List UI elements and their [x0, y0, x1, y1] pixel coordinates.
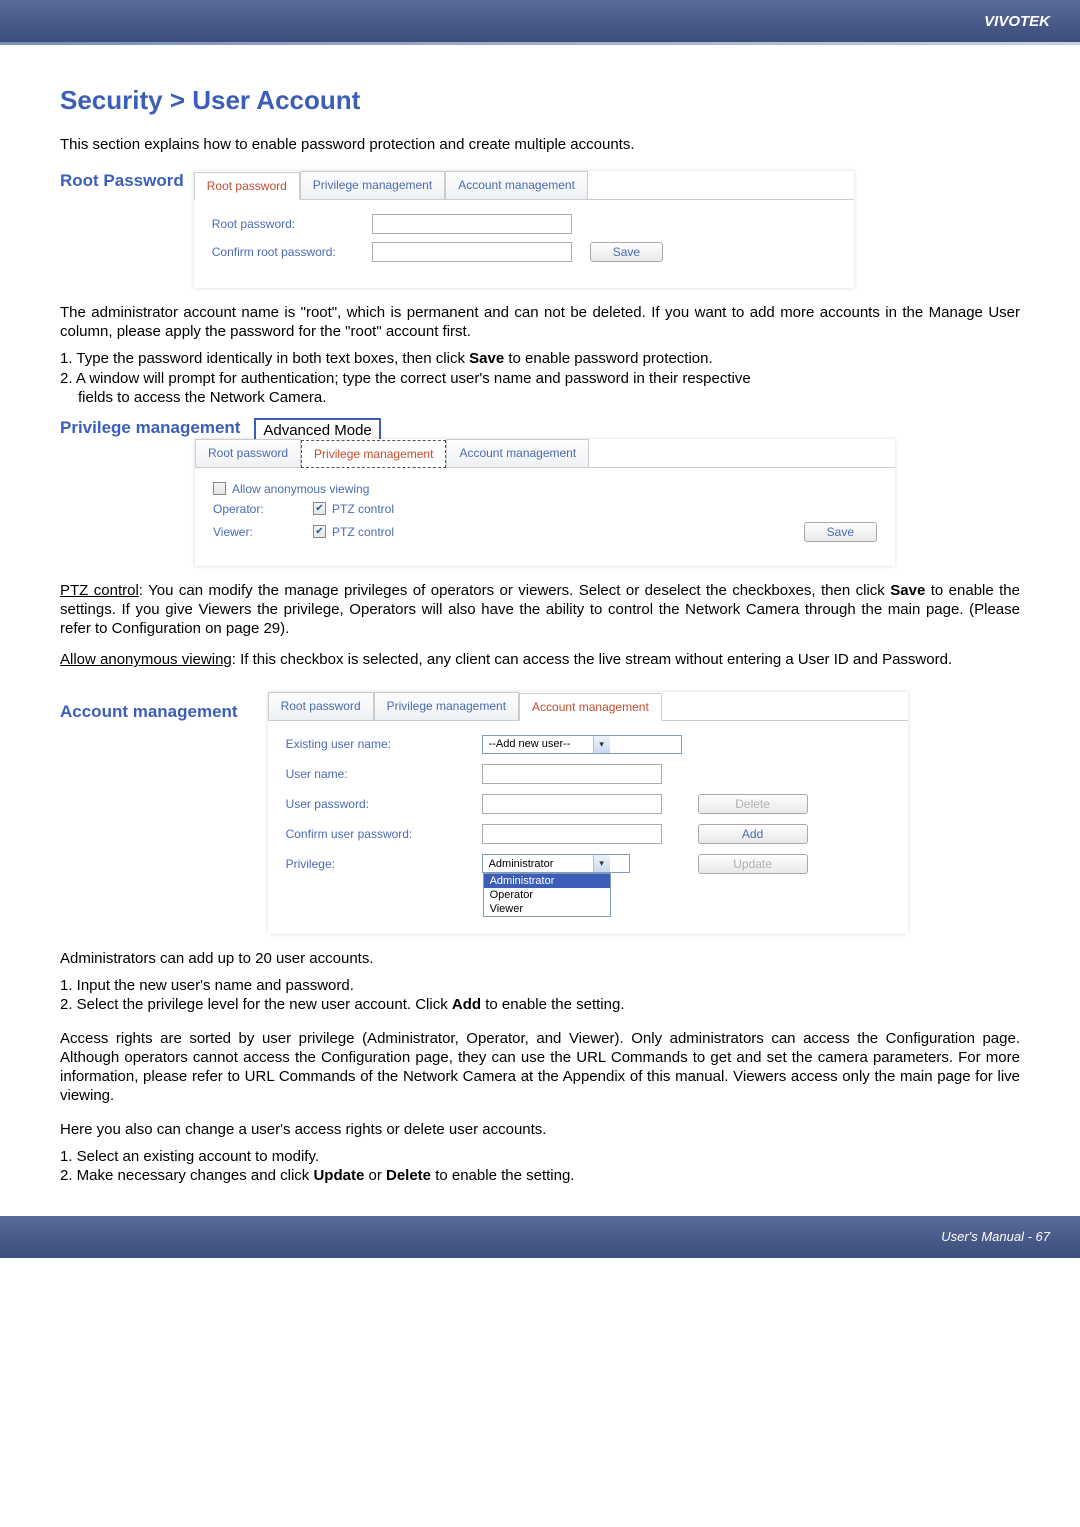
allow-anon-link: Allow anonymous viewing	[60, 651, 232, 668]
acct-step3: 1. Select an existing account to modify.	[60, 1147, 1020, 1167]
existing-user-label: Existing user name:	[286, 737, 446, 751]
acct-steps-a: 1. Input the new user's name and passwor…	[60, 976, 1020, 1015]
operator-label: Operator:	[213, 502, 313, 516]
confirm-user-input[interactable]	[482, 824, 662, 844]
footer-bar: User's Manual - 67	[0, 1216, 1080, 1258]
tab-privilege-management[interactable]: Privilege management	[300, 171, 445, 199]
root-steps: 1. Type the password identically in both…	[60, 349, 1020, 408]
intro-text: This section explains how to enable pass…	[60, 136, 1020, 153]
allow-anon-label: Allow anonymous viewing	[232, 482, 369, 496]
acct-step2-bold: Add	[452, 996, 481, 1013]
anon-desc: Allow anonymous viewing: If this checkbo…	[60, 650, 1020, 669]
acct-step1: 1. Input the new user's name and passwor…	[60, 976, 1020, 996]
account-heading: Account management	[60, 692, 238, 722]
username-label: User name:	[286, 767, 446, 781]
viewer-ptz-checkbox[interactable]	[313, 525, 326, 538]
privilege-value: Administrator	[483, 857, 593, 871]
root-password-block: Root Password Root password Privilege ma…	[60, 171, 1020, 288]
existing-user-value: --Add new user--	[483, 737, 593, 751]
acct-step4-mid: or	[364, 1167, 386, 1184]
root-step2-cont: fields to access the Network Camera.	[78, 389, 326, 406]
privilege-heading: Privilege management	[60, 418, 240, 438]
tab-account-management-2[interactable]: Account management	[446, 439, 589, 467]
acct-step2a: 2. Select the privilege level for the ne…	[60, 996, 452, 1013]
privilege-panel: Root password Privilege management Accou…	[195, 439, 895, 566]
username-input[interactable]	[482, 764, 662, 784]
viewer-label: Viewer:	[213, 525, 313, 539]
root-desc: The administrator account name is "root"…	[60, 303, 1020, 341]
acct-desc1: Administrators can add up to 20 user acc…	[60, 949, 1020, 968]
root-save-button[interactable]: Save	[590, 242, 663, 262]
acct-step2b: to enable the setting.	[481, 996, 624, 1013]
confirm-root-label: Confirm root password:	[212, 245, 372, 259]
tab-privilege-management-2[interactable]: Privilege management	[301, 440, 446, 468]
root-step1-bold: Save	[469, 350, 504, 367]
ptz-control-link: PTZ control	[60, 582, 139, 599]
chevron-down-icon: ▾	[593, 855, 610, 872]
acct-step4-bold2: Delete	[386, 1167, 431, 1184]
viewer-ptz-label: PTZ control	[332, 525, 394, 539]
page-title: Security > User Account	[60, 85, 1020, 116]
privilege-label: Privilege:	[286, 857, 446, 871]
header-bar: VIVOTEK	[0, 0, 1080, 42]
confirm-user-label: Confirm user password:	[286, 827, 446, 841]
tab-root-password-3[interactable]: Root password	[268, 692, 374, 720]
operator-ptz-label: PTZ control	[332, 502, 394, 516]
tab-root-password[interactable]: Root password	[194, 172, 300, 200]
root-password-panel: Root password Privilege management Accou…	[194, 171, 854, 288]
acct-steps-b: 1. Select an existing account to modify.…	[60, 1147, 1020, 1186]
acct-access-rights: Access rights are sorted by user privile…	[60, 1029, 1020, 1106]
allow-anon-checkbox[interactable]	[213, 482, 226, 495]
acct-tabs: Root password Privilege management Accou…	[268, 692, 908, 721]
acct-step4b: to enable the setting.	[431, 1167, 574, 1184]
root-step1b: to enable password protection.	[504, 350, 712, 367]
existing-user-select[interactable]: --Add new user-- ▾	[482, 735, 682, 754]
acct-change-rights: Here you also can change a user's access…	[60, 1120, 1020, 1139]
root-step2: 2. A window will prompt for authenticati…	[60, 370, 751, 387]
add-button[interactable]: Add	[698, 824, 808, 844]
privilege-select[interactable]: Administrator ▾ Administrator Operator V…	[482, 854, 630, 873]
tab-root-password-2[interactable]: Root password	[195, 439, 301, 467]
userpass-label: User password:	[286, 797, 446, 811]
confirm-root-input[interactable]	[372, 242, 572, 262]
account-panel: Root password Privilege management Accou…	[268, 692, 908, 934]
operator-ptz-checkbox[interactable]	[313, 502, 326, 515]
root-password-heading: Root Password	[60, 171, 184, 191]
root-tabs: Root password Privilege management Accou…	[194, 171, 854, 200]
root-password-input[interactable]	[372, 214, 572, 234]
delete-button[interactable]: Delete	[698, 794, 808, 814]
tab-account-management-3[interactable]: Account management	[519, 693, 662, 721]
priv-opt-admin[interactable]: Administrator	[484, 874, 610, 888]
priv-save-button[interactable]: Save	[804, 522, 877, 542]
chevron-down-icon: ▾	[593, 736, 610, 753]
update-button[interactable]: Update	[698, 854, 808, 874]
page-content: Security > User Account This section exp…	[0, 45, 1080, 1216]
tab-privilege-management-3[interactable]: Privilege management	[374, 692, 519, 720]
userpass-input[interactable]	[482, 794, 662, 814]
root-step1a: 1. Type the password identically in both…	[60, 350, 469, 367]
priv-tabs: Root password Privilege management Accou…	[195, 439, 895, 468]
acct-step4a: 2. Make necessary changes and click	[60, 1167, 313, 1184]
priv-opt-operator[interactable]: Operator	[484, 888, 610, 902]
acct-step4-bold1: Update	[313, 1167, 364, 1184]
ptz-desc: PTZ control: You can modify the manage p…	[60, 581, 1020, 639]
root-password-label: Root password:	[212, 217, 372, 231]
footer-text: User's Manual - 67	[941, 1229, 1050, 1244]
priv-opt-viewer[interactable]: Viewer	[484, 902, 610, 916]
tab-account-management[interactable]: Account management	[445, 171, 588, 199]
brand-text: VIVOTEK	[984, 13, 1050, 30]
privilege-dropdown: Administrator Operator Viewer	[483, 873, 611, 917]
